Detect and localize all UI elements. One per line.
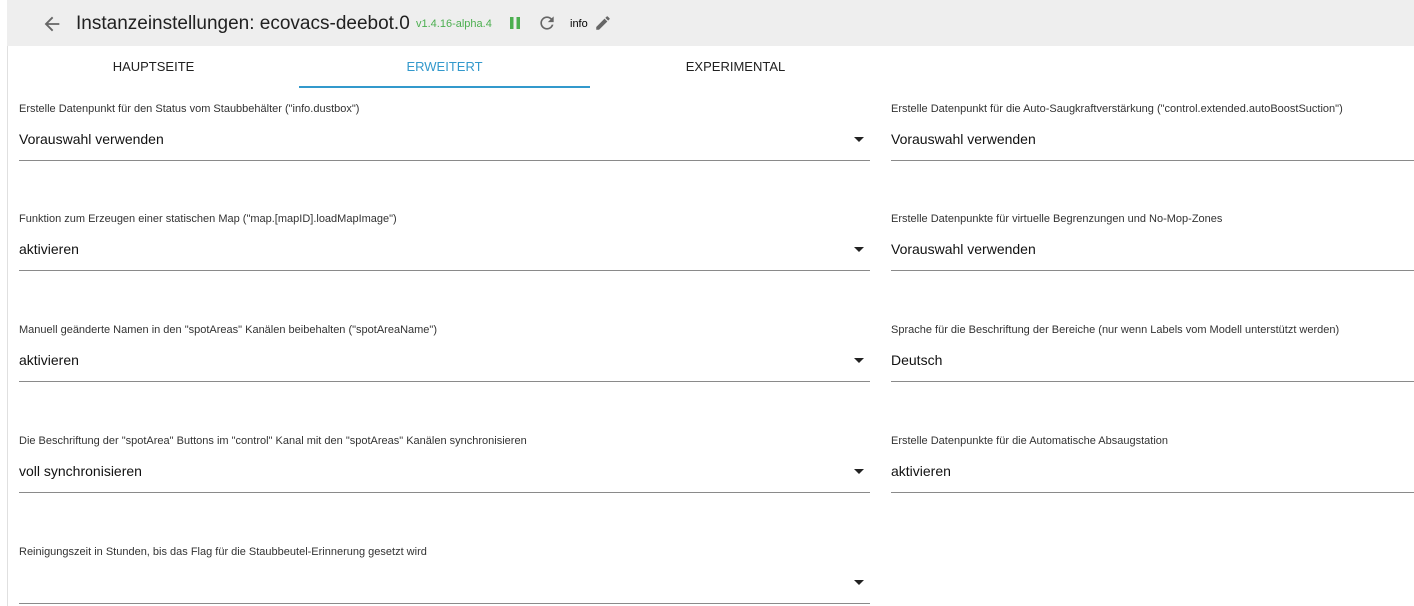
active-tab-indicator xyxy=(299,86,590,88)
dropdown-arrow-icon xyxy=(854,580,864,585)
pencil-icon[interactable] xyxy=(594,14,612,32)
field-value: aktivieren xyxy=(19,241,79,257)
area-language-select[interactable]: Sprache für die Beschriftung der Bereich… xyxy=(891,324,1414,384)
dustbox-select[interactable]: Erstelle Datenpunkt für den Status vom S… xyxy=(19,103,870,163)
field-label: Die Beschriftung der "spotArea" Buttons … xyxy=(19,435,527,447)
field-underline xyxy=(19,270,870,271)
dropdown-arrow-icon xyxy=(854,137,864,142)
field-label: Funktion zum Erzeugen einer statischen M… xyxy=(19,213,397,225)
field-underline xyxy=(891,381,1414,382)
field-underline xyxy=(891,492,1414,493)
content-border xyxy=(7,46,8,606)
arrow-left-icon[interactable] xyxy=(41,13,63,35)
load-map-image-select[interactable]: Funktion zum Erzeugen einer statischen M… xyxy=(19,213,870,273)
dropdown-arrow-icon xyxy=(854,358,864,363)
field-underline xyxy=(19,381,870,382)
tab-bar: HAUPTSEITE ERWEITERT EXPERIMENTAL xyxy=(8,46,1414,88)
instance-settings-header: Instanzeinstellungen: ecovacs-deebot.0 v… xyxy=(7,0,1414,46)
tab-erweitert[interactable]: ERWEITERT xyxy=(299,46,590,88)
reload-icon[interactable] xyxy=(537,13,557,33)
field-underline xyxy=(891,160,1414,161)
field-value: aktivieren xyxy=(891,463,951,479)
version-label: v1.4.16-alpha.4 xyxy=(416,18,492,30)
field-underline xyxy=(19,603,870,604)
field-label: Erstelle Datenpunkte für die Automatisch… xyxy=(891,435,1169,447)
field-value: Vorauswahl verwenden xyxy=(891,241,1036,257)
field-value: Deutsch xyxy=(891,352,943,368)
field-label: Reinigungszeit in Stunden, bis das Flag … xyxy=(19,546,427,558)
field-label: Erstelle Datenpunkt für die Auto-Saugkra… xyxy=(891,103,1343,115)
auto-boost-suction-select[interactable]: Erstelle Datenpunkt für die Auto-Saugkra… xyxy=(891,103,1414,163)
dustbag-reminder-select[interactable]: Reinigungszeit in Stunden, bis das Flag … xyxy=(19,546,870,606)
field-value: voll synchronisieren xyxy=(19,463,142,479)
spot-area-name-select[interactable]: Manuell geänderte Namen in den "spotArea… xyxy=(19,324,870,384)
spot-area-sync-select[interactable]: Die Beschriftung der "spotArea" Buttons … xyxy=(19,435,870,495)
page-title: Instanzeinstellungen: ecovacs-deebot.0 xyxy=(76,13,410,34)
field-underline xyxy=(19,160,870,161)
dropdown-arrow-icon xyxy=(854,469,864,474)
loglevel-label: info xyxy=(570,18,588,30)
field-underline xyxy=(19,492,870,493)
tab-hauptseite[interactable]: HAUPTSEITE xyxy=(8,46,299,88)
field-label: Erstelle Datenpunkte für virtuelle Begre… xyxy=(891,213,1223,225)
field-label: Erstelle Datenpunkt für den Status vom S… xyxy=(19,103,360,115)
field-value: aktivieren xyxy=(19,352,79,368)
field-value: Vorauswahl verwenden xyxy=(891,131,1036,147)
tab-experimental[interactable]: EXPERIMENTAL xyxy=(590,46,881,88)
field-underline xyxy=(891,270,1414,271)
dropdown-arrow-icon xyxy=(854,247,864,252)
field-label: Sprache für die Beschriftung der Bereich… xyxy=(891,324,1340,336)
pause-icon[interactable] xyxy=(507,15,523,31)
field-value: Vorauswahl verwenden xyxy=(19,131,164,147)
auto-empty-station-select[interactable]: Erstelle Datenpunkte für die Automatisch… xyxy=(891,435,1414,495)
field-label: Manuell geänderte Namen in den "spotArea… xyxy=(19,324,437,336)
virtual-boundaries-select[interactable]: Erstelle Datenpunkte für virtuelle Begre… xyxy=(891,213,1414,273)
